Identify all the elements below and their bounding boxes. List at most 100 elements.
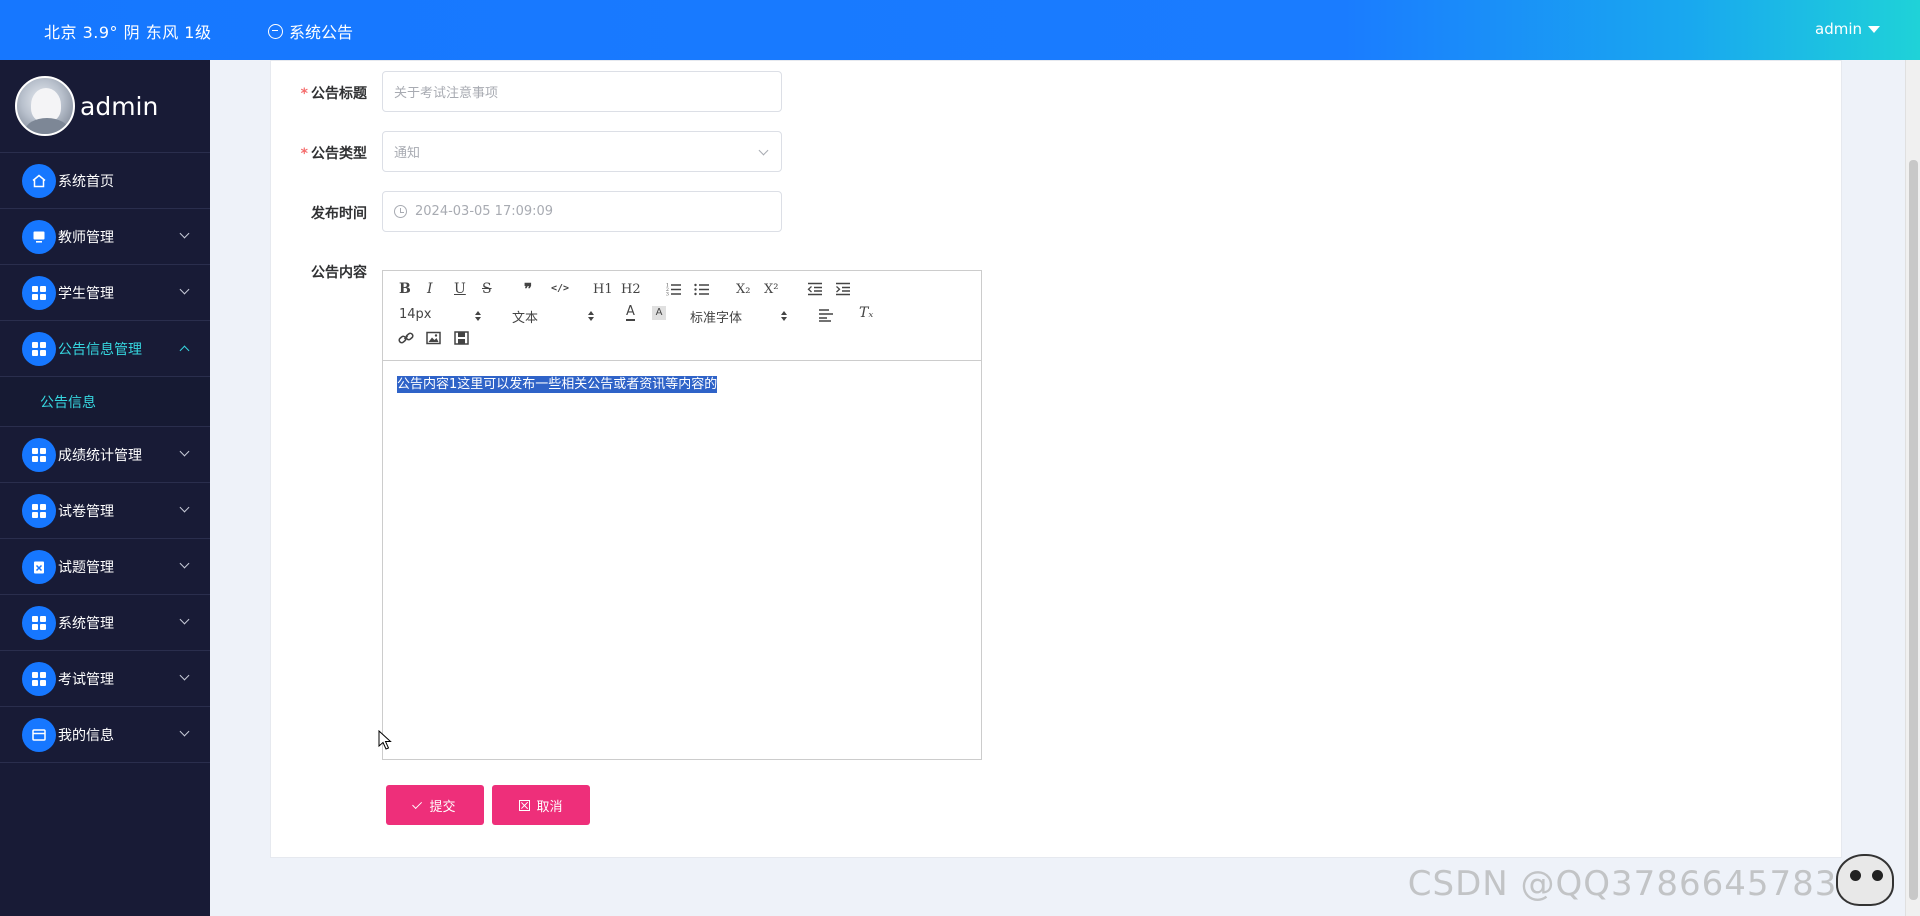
sidebar-item-notice-management[interactable]: 公告信息管理 — [0, 321, 210, 377]
subscript-button[interactable]: X₂ — [736, 282, 750, 297]
user-menu-name: admin — [1815, 20, 1862, 38]
sidebar-item-home[interactable]: 系统首页 — [0, 153, 210, 209]
grid-icon — [22, 275, 56, 310]
chevron-down-icon — [758, 145, 769, 156]
title-input[interactable]: 关于考试注意事项 — [382, 71, 782, 112]
updown-arrow-icon — [475, 311, 481, 321]
minus-circle-icon — [268, 23, 283, 39]
required-mark: * — [300, 86, 308, 102]
monitor-icon — [22, 219, 56, 254]
chevron-down-icon — [179, 558, 190, 569]
cancel-label: 取消 — [536, 799, 563, 815]
clock-icon — [394, 205, 407, 218]
scrollbar-thumb[interactable] — [1909, 160, 1918, 900]
h1-button[interactable]: H1 — [593, 282, 613, 297]
blockquote-button[interactable]: ❞ — [524, 280, 532, 298]
chevron-down-icon — [179, 446, 190, 457]
mascot-image — [1822, 848, 1902, 916]
sidebar-item-label: 试题管理 — [58, 559, 114, 576]
strike-button[interactable]: S — [482, 281, 492, 297]
chevron-down-icon — [179, 228, 190, 239]
sidebar-item-student[interactable]: 学生管理 — [0, 265, 210, 321]
outdent-button[interactable] — [807, 282, 823, 300]
grid-icon — [22, 493, 56, 528]
form-card: * 公告标题 关于考试注意事项 * 公告类型 通知 发布时间 2024-03-05 … — [270, 60, 1842, 858]
submit-button[interactable]: 提交 — [386, 785, 484, 825]
indent-button[interactable] — [835, 282, 851, 300]
sidebar-item-label: 系统管理 — [58, 615, 114, 632]
content-label: 公告内容 — [311, 265, 367, 281]
sidebar-item-label: 试卷管理 — [58, 503, 114, 520]
link-icon[interactable] — [398, 331, 414, 349]
close-square-icon — [519, 799, 531, 811]
grid-icon — [22, 331, 56, 366]
sidebar-item-question[interactable]: 试题管理 — [0, 539, 210, 595]
chevron-down-icon — [179, 502, 190, 513]
chevron-down-icon — [179, 726, 190, 737]
user-menu[interactable]: admin — [1815, 20, 1880, 38]
rich-text-editor[interactable]: B I U S ❞ </> H1 H2 123 X₂ X² 14px 文本 A … — [382, 270, 982, 760]
superscript-button[interactable]: X² — [764, 282, 778, 297]
clipboard-icon — [22, 549, 56, 584]
code-button[interactable]: </> — [551, 283, 569, 294]
h2-button[interactable]: H2 — [621, 282, 641, 297]
id-card-icon — [22, 717, 56, 752]
time-picker[interactable]: 2024-03-05 17:09:09 — [382, 191, 782, 232]
sidebar-item-label: 公告信息管理 — [58, 341, 142, 358]
top-bar: 北京 3.9° 阴 东风 1级 系统公告 admin — [0, 0, 1920, 60]
mouse-cursor-icon — [378, 730, 392, 750]
check-icon — [412, 798, 423, 809]
sidebar-item-label: 考试管理 — [58, 671, 114, 688]
ordered-list-button[interactable]: 123 — [666, 282, 682, 300]
sidebar-item-label: 系统首页 — [58, 173, 114, 190]
page-scrollbar[interactable] — [1905, 60, 1920, 916]
grid-icon — [22, 605, 56, 640]
type-select[interactable]: 通知 — [382, 131, 782, 172]
caret-down-icon — [1868, 25, 1880, 33]
sidebar-item-paper[interactable]: 试卷管理 — [0, 483, 210, 539]
system-notice-label: 系统公告 — [289, 23, 354, 42]
align-button[interactable] — [818, 308, 834, 326]
sidebar-item-score-statistics[interactable]: 成绩统计管理 — [0, 427, 210, 483]
avatar — [15, 76, 75, 136]
grid-icon — [22, 661, 56, 696]
image-icon[interactable] — [426, 331, 441, 349]
grid-icon — [22, 437, 56, 472]
sidebar: admin 系统首页 教师管理 学生管理 公告信息管理 公告信息 成绩统计管理 … — [0, 60, 210, 916]
clear-format-button[interactable]: Tₓ — [859, 305, 873, 321]
watermark-text: CSDN @QQ37866457831 — [1407, 864, 1860, 904]
updown-arrow-icon — [781, 311, 787, 321]
editor-selected-text: 公告内容1这里可以发布一些相关公告或者资讯等内容的 — [397, 376, 718, 393]
title-label-text: 公告标题 — [311, 86, 367, 102]
title-input-placeholder: 关于考试注意事项 — [394, 86, 499, 101]
sidebar-subitem-notice-info[interactable]: 公告信息 — [0, 377, 210, 427]
chevron-up-icon — [179, 345, 190, 356]
submit-label: 提交 — [429, 799, 456, 815]
font-size-select[interactable]: 14px — [399, 307, 432, 322]
text-color-button[interactable]: A — [626, 305, 635, 321]
font-family-select[interactable]: 标准字体 — [690, 307, 742, 326]
cancel-button[interactable]: 取消 — [492, 785, 590, 825]
updown-arrow-icon — [588, 311, 594, 321]
type-label-text: 公告类型 — [311, 146, 367, 162]
background-color-button[interactable]: A — [652, 306, 666, 320]
editor-content[interactable]: 公告内容1这里可以发布一些相关公告或者资讯等内容的 — [383, 361, 981, 404]
sidebar-item-teacher[interactable]: 教师管理 — [0, 209, 210, 265]
system-notice-link[interactable]: 系统公告 — [268, 19, 353, 43]
sidebar-item-my-info[interactable]: 我的信息 — [0, 707, 210, 763]
header-select[interactable]: 文本 — [512, 307, 538, 326]
chevron-down-icon — [179, 670, 190, 681]
video-icon[interactable] — [454, 331, 469, 349]
bold-button[interactable]: B — [399, 281, 411, 297]
sidebar-item-system[interactable]: 系统管理 — [0, 595, 210, 651]
type-select-value: 通知 — [394, 146, 421, 161]
sidebar-item-label: 公告信息 — [40, 394, 96, 411]
editor-toolbar: B I U S ❞ </> H1 H2 123 X₂ X² 14px 文本 A … — [383, 271, 981, 361]
bullet-list-button[interactable] — [694, 282, 710, 300]
italic-button[interactable]: I — [427, 281, 433, 297]
profile: admin — [0, 60, 210, 153]
underline-button[interactable]: U — [454, 281, 466, 297]
required-mark: * — [300, 146, 308, 162]
sidebar-item-exam[interactable]: 考试管理 — [0, 651, 210, 707]
sidebar-item-label: 学生管理 — [58, 285, 114, 302]
